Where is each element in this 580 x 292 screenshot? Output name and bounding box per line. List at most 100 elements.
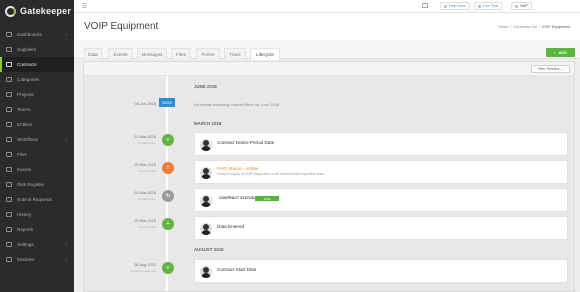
sidebar-item-files[interactable]: Files xyxy=(0,147,74,162)
help-icon xyxy=(444,4,447,8)
sidebar-item-label: Contracts xyxy=(17,62,37,67)
avatar xyxy=(200,167,212,179)
user-initials: SMP xyxy=(520,4,528,8)
sidebar-item-label: Dashboards xyxy=(17,32,42,37)
menu-toggle-icon[interactable]: ☰ xyxy=(82,3,87,10)
event-title: Contract Notice Period Date xyxy=(217,140,275,145)
status-change-icon: ↻ xyxy=(162,190,174,202)
dashboard-icon xyxy=(6,32,12,37)
timeline-event-card[interactable]: Contract Notice Period Date xyxy=(194,132,568,156)
event-title: RAG Status - Amber xyxy=(217,166,259,171)
sidebar-item-label: Events xyxy=(17,167,32,172)
sidebar-item-workflows[interactable]: Workflows › xyxy=(0,132,74,147)
data-entered-icon: + xyxy=(162,218,174,230)
user-menu-button[interactable]: SMP xyxy=(511,2,532,10)
sidebar-item-projects[interactable]: Projects xyxy=(0,87,74,102)
status-badge: LIVE xyxy=(255,196,279,201)
sidebar-item-events[interactable]: Events xyxy=(0,162,74,177)
event-node-icon: ≡ xyxy=(162,262,174,274)
sidebar-item-label: Modules xyxy=(17,257,35,262)
sidebar-item-label: Entities xyxy=(17,122,33,127)
filter-timeline-label: Filter Timeline xyxy=(537,67,560,71)
suppliers-icon xyxy=(6,47,12,52)
user-icon xyxy=(515,4,518,8)
lifecycle-timeline: Filter Timeline ⌄ JUNE 2018 08-Jun-2018 … xyxy=(83,61,575,292)
filter-strip: Filter Timeline ⌄ xyxy=(84,62,574,76)
sidebar-item-settings[interactable]: Settings › xyxy=(0,237,74,252)
tab-data[interactable]: Data xyxy=(84,48,102,59)
tab-bar: Data Events Messages Files Forms Track L… xyxy=(74,40,580,60)
gatekeeper-logo-icon xyxy=(5,5,16,17)
timeline-event-card[interactable]: Contract Start Date xyxy=(194,259,568,283)
chevron-right-icon: › xyxy=(65,31,67,38)
sidebar-item-teams[interactable]: Teams xyxy=(0,102,74,117)
event-title: Data Entered xyxy=(217,224,245,229)
page-title: VOIP Equipment xyxy=(84,21,159,32)
tab-files[interactable]: Files xyxy=(171,48,191,59)
timeline-event-card[interactable]: CONTRACT STATUS: LIVE xyxy=(194,188,568,212)
add-button-label: ADD xyxy=(558,50,568,55)
tab-events[interactable]: Events xyxy=(108,48,133,59)
breadcrumb-home[interactable]: Home xyxy=(498,25,508,29)
plus-icon: ▪ xyxy=(553,50,556,55)
breadcrumb-separator: / xyxy=(510,25,512,29)
avatar xyxy=(200,195,212,207)
chevron-right-icon: › xyxy=(65,136,67,143)
sidebar-item-reports[interactable]: Reports xyxy=(0,222,74,237)
mail-icon[interactable] xyxy=(422,3,428,8)
sidebar-item-categories[interactable]: Categories xyxy=(0,72,74,87)
add-button[interactable]: ▪ ADD xyxy=(546,48,575,57)
sidebar-item-dashboards[interactable]: Dashboards › xyxy=(0,27,74,42)
live-chat-button[interactable]: Live Chat xyxy=(474,2,503,10)
help-docs-button[interactable]: Help Docs xyxy=(440,2,470,10)
workflows-icon xyxy=(6,137,12,142)
month-heading: JUNE 2018 xyxy=(194,84,217,89)
sidebar-item-submit-requests[interactable]: Submit Requests xyxy=(0,192,74,207)
breadcrumb: Home / Contracts List / VOIP Equipment xyxy=(498,25,570,29)
event-time-ago: 3 months ago xyxy=(137,169,156,173)
brand[interactable]: Gatekeeper xyxy=(0,0,74,22)
breadcrumb-contracts-list[interactable]: Contracts List xyxy=(514,25,537,29)
tab-forms[interactable]: Forms xyxy=(196,48,220,59)
sidebar-item-entities[interactable]: Entities xyxy=(0,117,74,132)
sidebar-item-suppliers[interactable]: Suppliers xyxy=(0,42,74,57)
sidebar-item-modules[interactable]: Modules › xyxy=(0,252,74,267)
gear-icon xyxy=(6,242,12,247)
sidebar-item-label: Projects xyxy=(17,92,34,97)
sidebar-item-label: Suppliers xyxy=(17,47,37,52)
event-time-ago: 3 months ago xyxy=(137,225,156,229)
tab-messages[interactable]: Messages xyxy=(137,48,167,59)
avatar xyxy=(200,223,212,235)
breadcrumb-current: VOIP Equipment xyxy=(541,25,570,29)
sidebar-item-label: Teams xyxy=(17,107,31,112)
tab-lifecycle[interactable]: Lifecycle xyxy=(250,48,280,60)
teams-icon xyxy=(6,107,12,112)
now-badge: NOW xyxy=(159,98,175,107)
no-events-message: No events matching current filters for J… xyxy=(194,102,280,107)
help-docs-label: Help Docs xyxy=(449,4,466,8)
chevron-down-icon: ⌄ xyxy=(559,67,564,71)
sidebar-item-label: Reports xyxy=(17,227,34,232)
avatar xyxy=(200,139,212,151)
event-time-ago: 3 months ago xyxy=(137,197,156,201)
reports-icon xyxy=(6,227,12,232)
tab-track[interactable]: Track xyxy=(224,48,246,59)
sidebar-nav: Dashboards › Suppliers Contracts Categori… xyxy=(0,27,74,267)
event-date: 22-Mar-2018 xyxy=(134,135,156,139)
avatar xyxy=(200,266,212,278)
sidebar-item-risk-register[interactable]: Risk Register xyxy=(0,177,74,192)
timeline-event-card[interactable]: RAG Status - Amber Delay in supply of VO… xyxy=(194,160,568,184)
filter-timeline-button[interactable]: Filter Timeline ⌄ xyxy=(531,65,570,73)
event-time-ago: 2 months ago xyxy=(137,141,156,145)
sidebar-item-history[interactable]: History xyxy=(0,207,74,222)
month-heading: MARCH 2018 xyxy=(194,121,222,126)
sidebar-item-contracts[interactable]: Contracts xyxy=(0,57,74,72)
rag-status-icon: ! xyxy=(162,162,174,174)
timeline-line xyxy=(166,76,168,291)
page-header: VOIP Equipment Home / Contracts List / VOIP … xyxy=(74,13,580,40)
sidebar-item-label: Submit Requests xyxy=(17,197,52,202)
event-time-ago: almost 3 years ago xyxy=(130,269,156,273)
timeline-event-card[interactable]: Data Entered xyxy=(194,216,568,240)
event-date: 09-Mar-2018 xyxy=(134,163,156,167)
event-date: 09-Mar-2018 xyxy=(134,219,156,223)
